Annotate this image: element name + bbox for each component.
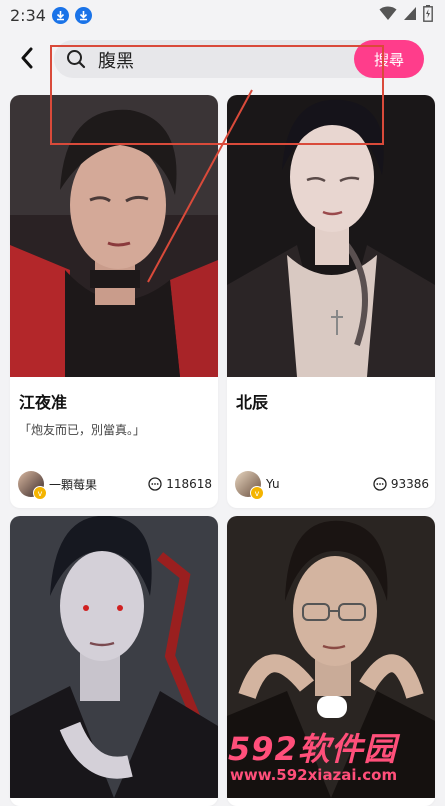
status-left: 2:34 bbox=[10, 6, 92, 25]
watermark-url: www.592xiazai.com bbox=[230, 766, 398, 784]
character-card[interactable] bbox=[10, 516, 218, 806]
card-title: 北辰 bbox=[236, 393, 269, 412]
character-image bbox=[227, 95, 435, 377]
search-query[interactable]: 腹黑 bbox=[98, 47, 134, 73]
status-time: 2:34 bbox=[10, 5, 46, 25]
back-button[interactable] bbox=[14, 43, 40, 73]
character-card[interactable]: 江夜准 「炮友而已，別當真。」 v 一顆莓果 118618 bbox=[10, 95, 218, 508]
signal-icon bbox=[403, 6, 417, 25]
character-image bbox=[10, 516, 218, 798]
search-icon bbox=[66, 49, 86, 73]
avatar: v bbox=[235, 471, 264, 500]
search-button[interactable]: 搜尋 bbox=[354, 40, 424, 78]
card-title: 江夜准 bbox=[19, 393, 68, 412]
chat-count-value: 93386 bbox=[390, 477, 429, 491]
status-right bbox=[379, 4, 433, 26]
author[interactable]: v 一顆莓果 bbox=[18, 471, 98, 500]
avatar: v bbox=[18, 471, 47, 500]
status-bar: 2:34 bbox=[0, 0, 445, 30]
chat-bubble-icon bbox=[373, 477, 387, 491]
battery-icon bbox=[423, 4, 433, 26]
card-description: 「炮友而已，別當真。」 bbox=[19, 423, 146, 437]
wifi-icon bbox=[379, 6, 397, 25]
watermark: 592软件园 www.592xiazai.com bbox=[214, 720, 445, 791]
chat-count-value: 118618 bbox=[166, 477, 212, 491]
chat-count: 118618 bbox=[148, 477, 212, 491]
chat-bubble-icon bbox=[148, 477, 162, 491]
chat-count: 93386 bbox=[373, 477, 429, 491]
verified-badge-icon: v bbox=[250, 486, 264, 500]
author-name: 一顆莓果 bbox=[49, 477, 98, 492]
card-footer: v Yu 93386 bbox=[235, 470, 429, 500]
author-name: Yu bbox=[266, 477, 280, 491]
character-image bbox=[10, 95, 218, 377]
verified-badge-icon: v bbox=[33, 486, 47, 500]
watermark-brand: 592软件园 bbox=[228, 730, 397, 768]
search-row: 腹黑 搜尋 bbox=[0, 36, 445, 80]
search-input[interactable]: 腹黑 搜尋 bbox=[54, 40, 424, 78]
author[interactable]: v Yu bbox=[235, 471, 280, 500]
download-icon bbox=[74, 6, 92, 24]
card-footer: v 一顆莓果 118618 bbox=[18, 470, 212, 500]
back-arrow-icon bbox=[21, 47, 33, 69]
character-card[interactable]: 北辰 v Yu 93386 bbox=[227, 95, 435, 508]
download-icon bbox=[51, 6, 69, 24]
